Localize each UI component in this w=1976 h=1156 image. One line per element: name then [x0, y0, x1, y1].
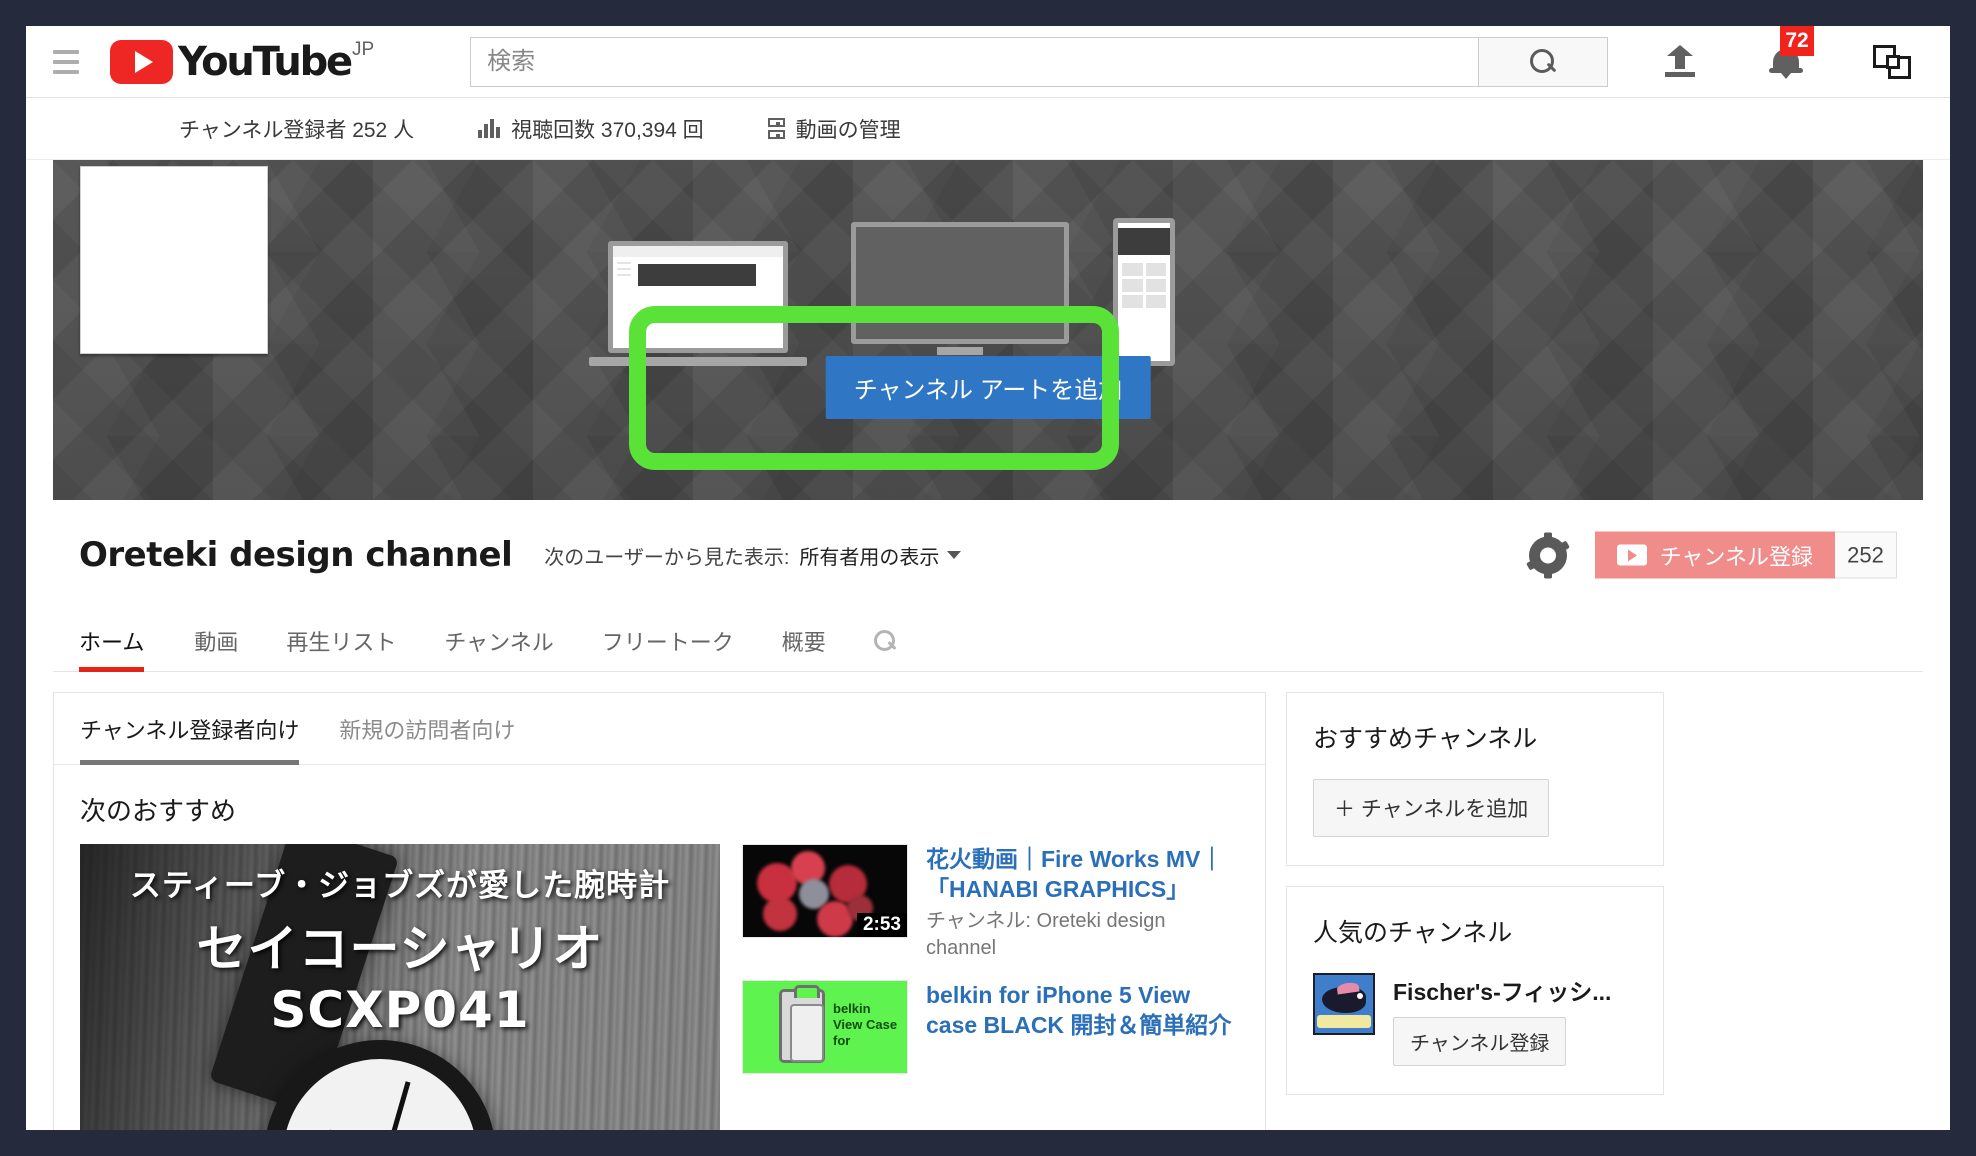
video-manager-icon [767, 118, 785, 139]
card-title: 人気のチャンネル [1313, 919, 1513, 947]
upload-button[interactable] [1658, 40, 1702, 84]
main-content: チャンネル登録者向け 新規の訪問者向け 次のおすすめ スティーブ・ジョブズが愛し… [53, 692, 1266, 1130]
list-item[interactable]: belkin View Case for belkin for iPhone 5… [742, 980, 1239, 1074]
tv-icon [851, 222, 1069, 366]
youtube-logo[interactable]: YouTube JP [110, 38, 375, 85]
masthead-actions: 72 [1658, 26, 1914, 98]
list-item[interactable]: 2:53 花火動画｜Fire Works MV｜「HANABI GRAPHICS… [742, 844, 1239, 962]
subscribe-group: チャンネル登録 252 [1594, 531, 1897, 579]
sub-tab-new-visitors[interactable]: 新規の訪問者向け [339, 693, 515, 765]
apps-button[interactable] [1870, 40, 1914, 84]
video-title[interactable]: 花火動画｜Fire Works MV｜「HANABI GRAPHICS」 [926, 844, 1239, 904]
subscribe-label: チャンネル登録 [1659, 544, 1813, 569]
notifications-button[interactable]: 72 [1764, 26, 1814, 84]
youtube-country-code: JP [351, 38, 375, 60]
view-as-dropdown[interactable]: 所有者用の表示 [799, 541, 962, 570]
subscribers-text: チャンネル登録者 252 人 [179, 118, 415, 142]
view-as-value: 所有者用の表示 [799, 546, 940, 569]
channel-avatar-placeholder[interactable] [80, 166, 268, 354]
thumb-text-line1: belkin [833, 1001, 871, 1016]
subscribe-button[interactable]: チャンネル登録 [1594, 531, 1835, 579]
tab-discussion[interactable]: フリートーク [578, 610, 758, 672]
chevron-down-icon [947, 551, 962, 559]
video-duration: 2:53 [856, 913, 907, 937]
video-meta: 花火動画｜Fire Works MV｜「HANABI GRAPHICS」 チャン… [926, 844, 1239, 962]
upload-icon [1663, 45, 1697, 79]
channel-tabs: ホーム 動画 再生リスト チャンネル フリートーク 概要 [53, 610, 1923, 672]
add-channel-button[interactable]: ＋ チャンネルを追加 [1313, 779, 1550, 837]
phone-icon [1113, 218, 1175, 366]
youtube-wordmark: YouTube [178, 38, 353, 85]
tab-channels[interactable]: チャンネル [420, 610, 577, 672]
tab-playlists[interactable]: 再生リスト [262, 610, 420, 672]
channel-info: Fischer's-フィッシ... チャンネル登録 [1393, 973, 1611, 1066]
thumb-text-line2: View Case [833, 1017, 898, 1032]
search-input[interactable] [470, 36, 1479, 87]
thumbnail-overlay-text: belkin View Case for [833, 1001, 897, 1049]
right-sidebar: おすすめチャンネル ＋ チャンネルを追加 人気のチャンネル Fischer's-… [1286, 692, 1664, 1095]
channel-stats-bar: チャンネル登録者 252 人 視聴回数 370,394 回 動画の管理 [26, 98, 1950, 160]
device-preview-illustration [589, 218, 1175, 366]
gear-icon[interactable] [1525, 532, 1570, 578]
stat-views: 視聴回数 370,394 回 [478, 114, 704, 144]
featured-video-thumbnail[interactable]: スティーブ・ジョブズが愛した腕時計 セイコーシャリオ SCXP041 [80, 844, 720, 1130]
add-channel-art-button[interactable]: チャンネル アートを追加 [825, 356, 1151, 419]
page-title: Oreteki design channel [79, 535, 513, 575]
channel-header-actions: チャンネル登録 252 [1525, 531, 1897, 579]
hamburger-menu-icon[interactable] [44, 40, 88, 84]
video-thumbnail[interactable]: belkin View Case for [742, 980, 908, 1074]
featured-channels-card: おすすめチャンネル ＋ チャンネルを追加 [1286, 692, 1664, 866]
youtube-play-icon [110, 39, 173, 84]
video-meta: belkin for iPhone 5 View case BLACK 開封＆簡… [926, 980, 1239, 1074]
stat-subscribers: チャンネル登録者 252 人 [179, 114, 414, 144]
subscribe-button[interactable]: チャンネル登録 [1393, 1017, 1567, 1066]
channel-header: Oreteki design channel 次のユーザーから見た表示: 所有者… [53, 500, 1923, 610]
page-body: チャンネル登録者向け 新規の訪問者向け 次のおすすめ スティーブ・ジョブズが愛し… [53, 692, 1923, 1130]
phone-case-graphic [779, 985, 825, 1063]
popular-channels-card: 人気のチャンネル Fischer's-フィッシ... チャンネル登録 [1286, 886, 1664, 1095]
channel-name[interactable]: Fischer's-フィッシ... [1393, 973, 1611, 1007]
search-button[interactable] [1478, 36, 1609, 87]
audience-sub-tabs: チャンネル登録者向け 新規の訪問者向け [54, 693, 1265, 765]
sub-tab-subscribers[interactable]: チャンネル登録者向け [80, 693, 300, 765]
notifications-badge: 72 [1780, 26, 1814, 56]
search-icon [873, 629, 896, 652]
video-channel: チャンネル: Oreteki design channel [926, 910, 1166, 959]
tab-videos[interactable]: 動画 [170, 610, 262, 672]
views-text: 視聴回数 370,394 回 [511, 118, 704, 142]
tab-about[interactable]: 概要 [758, 610, 850, 672]
masthead: YouTube JP 72 [26, 26, 1950, 98]
video-list: 2:53 花火動画｜Fire Works MV｜「HANABI GRAPHICS… [742, 844, 1239, 1130]
search-icon [1530, 48, 1556, 75]
view-as-control: 次のユーザーから見た表示: 所有者用の表示 [544, 541, 962, 570]
subscriber-count[interactable]: 252 [1835, 531, 1897, 579]
tab-home[interactable]: ホーム [79, 610, 170, 672]
laptop-icon [589, 241, 807, 366]
shelf-title: 次のおすすめ [80, 796, 237, 826]
video-manager-label: 動画の管理 [795, 118, 901, 142]
video-shelf: スティーブ・ジョブズが愛した腕時計 セイコーシャリオ SCXP041 2:53 … [54, 844, 1265, 1130]
thumb-text-line3: for [833, 1033, 851, 1048]
video-thumbnail[interactable]: 2:53 [742, 844, 908, 938]
list-item: Fischer's-フィッシ... チャンネル登録 [1313, 973, 1637, 1066]
channel-banner: チャンネル アートを追加 [53, 160, 1923, 500]
card-title: おすすめチャンネル [1313, 725, 1538, 753]
video-manager-link[interactable]: 動画の管理 [767, 114, 901, 144]
view-as-label: 次のユーザーから見た表示: [544, 546, 790, 569]
search-area [470, 36, 1609, 87]
tab-search-button[interactable] [850, 629, 920, 652]
avatar[interactable] [1313, 973, 1375, 1035]
bar-chart-icon [478, 119, 501, 138]
apps-grid-icon [1873, 43, 1911, 81]
video-title[interactable]: belkin for iPhone 5 View case BLACK 開封＆簡… [926, 980, 1239, 1040]
subscribe-play-icon [1616, 544, 1647, 566]
browser-viewport: YouTube JP 72 [26, 26, 1950, 1130]
